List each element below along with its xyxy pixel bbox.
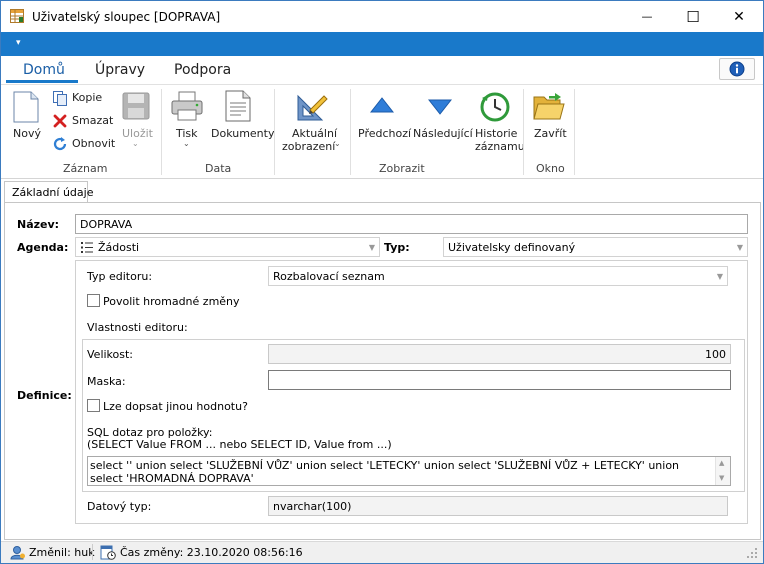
group-separator: [350, 89, 351, 175]
arrow-up-icon: [370, 97, 394, 113]
tab-podpora[interactable]: Podpora: [174, 62, 231, 78]
nazev-label: Název:: [17, 218, 60, 231]
typ-editoru-select[interactable]: Rozbalovací seznam ▼: [268, 266, 728, 286]
sql-dotaz-textarea[interactable]: select '' union select 'SLUŽEBNÍ VŮZ' un…: [87, 456, 731, 486]
sql-dotaz-value: select '' union select 'SLUŽEBNÍ VŮZ' un…: [90, 459, 680, 485]
povolit-hromadne-checkbox[interactable]: [87, 294, 100, 307]
close-icon: ✕: [733, 8, 745, 25]
ulozit-dropdown-icon: ⌄: [132, 139, 139, 148]
app-window: Uživatelský sloupec [DOPRAVA] — ☐ ✕ ▾ Do…: [0, 0, 764, 564]
sql-scrollbar[interactable]: ▲ ▼: [715, 457, 730, 485]
folder-open-icon: [533, 93, 565, 120]
dokumenty-button[interactable]: Dokumenty: [209, 89, 274, 141]
group-label-zobrazit: Zobrazit: [379, 162, 425, 175]
datovy-typ-input[interactable]: nvarchar(100): [268, 496, 728, 516]
agenda-select[interactable]: Žádosti ▼: [75, 237, 380, 257]
group-separator: [523, 89, 524, 175]
resize-grip-icon[interactable]: [747, 548, 757, 558]
lze-dopsat-label: Lze dopsat jinou hodnotu?: [103, 400, 248, 413]
historie-zaznamu-button[interactable]: Historie záznamu: [471, 89, 525, 155]
typ-editoru-value: Rozbalovací seznam: [273, 270, 385, 283]
minimize-icon: —: [641, 10, 653, 23]
document-icon: [225, 90, 251, 122]
tisk-button[interactable]: Tisk ⌄: [169, 89, 205, 151]
active-tab-indicator: [6, 80, 78, 83]
sql-dotaz-hint: (SELECT Value FROM ... nebo SELECT ID, V…: [87, 438, 392, 451]
calendar-clock-icon: [100, 545, 116, 560]
vlastnosti-editoru-label: Vlastnosti editoru:: [87, 321, 188, 334]
info-button[interactable]: [719, 58, 755, 80]
kopie-button[interactable]: Kopie: [52, 90, 112, 106]
povolit-hromadne-label: Povolit hromadné změny: [103, 295, 240, 308]
maximize-button[interactable]: ☐: [670, 1, 716, 32]
minimize-button[interactable]: —: [624, 1, 670, 32]
velikost-label: Velikost:: [87, 348, 134, 361]
typ-value: Uživatelsky definovaný: [448, 241, 576, 254]
quick-access-dropdown-icon[interactable]: ▾: [16, 38, 26, 48]
copy-icon: [53, 91, 67, 106]
smazat-button[interactable]: Smazat: [52, 113, 113, 129]
zavrit-button[interactable]: Zavřít: [529, 89, 569, 141]
group-separator: [161, 89, 162, 175]
history-clock-icon: [480, 92, 510, 122]
ruler-pencil-icon: [297, 94, 328, 121]
delete-x-icon: [53, 114, 67, 128]
window-title: Uživatelský sloupec [DOPRAVA]: [32, 10, 221, 24]
definice-label: Definice:: [17, 389, 72, 402]
tab-upravy[interactable]: Úpravy: [95, 62, 145, 78]
tisk-dropdown-icon: ⌄: [183, 139, 190, 148]
table-app-icon: [10, 9, 24, 23]
maska-label: Maska:: [87, 375, 126, 388]
novy-button[interactable]: Nový: [9, 89, 43, 147]
aktualni-zobrazeni-button[interactable]: Aktuální zobrazení ⌄: [280, 89, 344, 155]
agenda-label: Agenda:: [17, 241, 69, 254]
tab-zakladni-udaje[interactable]: Základní údaje: [4, 181, 93, 203]
typ-editoru-label: Typ editoru:: [87, 270, 153, 283]
group-separator: [274, 89, 275, 175]
group-separator: [574, 89, 575, 175]
typ-label: Typ:: [384, 241, 410, 254]
ulozit-button[interactable]: Uložit ⌄: [119, 89, 153, 151]
chevron-down-icon: ▼: [368, 243, 375, 252]
group-label-zaznam: Záznam: [63, 162, 108, 175]
list-icon: [81, 242, 93, 253]
tab-domu[interactable]: Domů: [23, 62, 65, 78]
arrow-down-icon: [428, 99, 452, 115]
zmenil-status: Změnil: huk: [29, 546, 95, 559]
scroll-up-icon[interactable]: ▲: [719, 459, 724, 467]
nasledujici-button[interactable]: Následující: [411, 89, 473, 141]
info-icon: [729, 61, 745, 77]
nazev-input[interactable]: DOPRAVA: [75, 214, 748, 234]
new-document-icon: [13, 91, 39, 123]
quick-access-toolbar: [1, 32, 763, 56]
group-label-okno: Okno: [536, 162, 565, 175]
user-icon: [10, 546, 25, 560]
maska-input[interactable]: [268, 370, 731, 390]
chevron-down-icon: ▼: [736, 243, 743, 252]
title-bar[interactable]: Uživatelský sloupec [DOPRAVA] — ☐ ✕: [1, 1, 763, 32]
printer-icon: [171, 91, 203, 121]
predchozi-button[interactable]: Předchozí: [356, 89, 411, 141]
cas-zmeny-status: Čas změny: 23.10.2020 08:56:16: [120, 546, 303, 559]
group-label-data: Data: [205, 162, 232, 175]
chevron-down-icon: ▼: [716, 272, 723, 281]
status-divider: [92, 544, 93, 560]
datovy-typ-label: Datový typ:: [87, 500, 152, 513]
scroll-down-icon[interactable]: ▼: [719, 474, 724, 482]
aktualni-dropdown-icon: ⌄: [334, 139, 341, 148]
velikost-input[interactable]: 100: [268, 344, 731, 364]
maximize-icon: ☐: [686, 7, 700, 26]
save-disk-icon: [122, 92, 150, 120]
typ-select[interactable]: Uživatelsky definovaný ▼: [443, 237, 748, 257]
close-button[interactable]: ✕: [716, 1, 762, 32]
obnovit-button[interactable]: Obnovit: [52, 136, 116, 152]
agenda-value: Žádosti: [98, 241, 140, 254]
refresh-icon: [53, 137, 67, 151]
lze-dopsat-checkbox[interactable]: [87, 399, 100, 412]
